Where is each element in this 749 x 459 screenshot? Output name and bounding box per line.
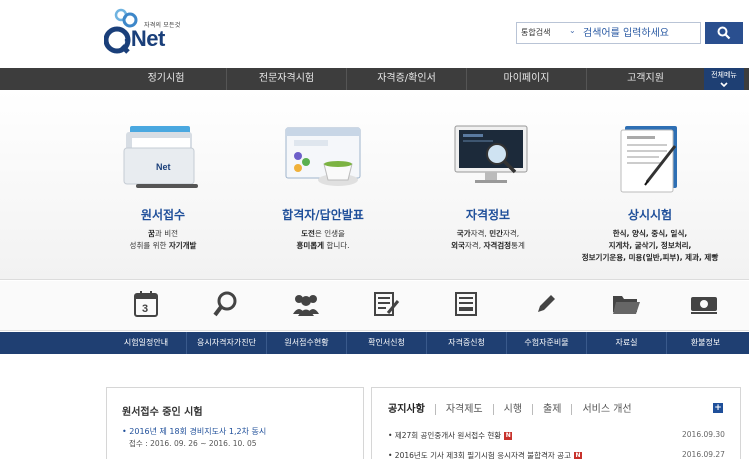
menu-confirmation-request[interactable]: 확인서신청 [346,332,426,354]
menu-exam-schedule[interactable]: 시험일정안내 [106,332,186,354]
nav-item-certificate[interactable]: 자격증/확인서 [346,68,466,90]
all-menu-button[interactable]: 전체메뉴 [704,68,744,92]
tab-system[interactable]: 자격제도 [434,403,493,415]
search-scope-select[interactable]: 통합검색 [521,27,550,38]
pencil-icon[interactable] [531,289,561,319]
menu-certificate-request[interactable]: 자격증신청 [426,332,506,354]
notice-date: 2016.09.30 [682,430,725,439]
feature-title: 합격자/답안발표 [282,208,364,222]
exam-item-link[interactable]: • 2016년 제 18회 경비지도사 1,2차 동시 [122,426,266,437]
nav-item-mypage[interactable]: 마이페이지 [466,68,586,90]
tab-questions[interactable]: 출제 [532,403,571,415]
users-icon[interactable] [291,289,321,319]
feature-qualification-info[interactable]: 자격정보 국가자격, 민간자격, 외국자격, 자격검정통계 [413,90,563,280]
feature-always-exam[interactable]: 상시시험 한식, 양식, 중식, 일식, 지게차, 굴삭기, 정보처리, 정보기… [575,90,725,280]
tab-service[interactable]: 서비스 개선 [571,403,641,415]
search-icon[interactable] [211,289,241,319]
hero-features: Net 원서접수 꿈과 비전 성취를 위한 자기개발 합격자/답안발표 도전은 … [0,90,749,280]
notice-date: 2016.09.27 [682,450,725,459]
all-menu-label: 전체메뉴 [711,71,737,79]
more-button[interactable]: + [713,403,723,413]
browser-icon [285,127,361,186]
search-input[interactable] [583,26,695,40]
quick-icons-row: 3 [0,281,749,331]
nav-item-professional-exam[interactable]: 전문자격시험 [226,68,346,90]
search-box: 통합검색 ⌄ [516,22,701,44]
search-button[interactable] [705,22,743,44]
certificate-icon[interactable] [451,289,481,319]
feature-title: 상시시험 [627,208,673,222]
folder-icon: Net [123,126,198,188]
notice-item[interactable]: • 제27회 공인중개사 원서접수 현황 N [388,430,513,441]
chevron-down-icon [720,82,728,88]
notice-item[interactable]: • 2016년도 기사 제3회 필기시험 응시자격 불합격자 공고 N [388,450,582,459]
new-badge: N [573,452,582,459]
feature-title: 자격정보 [465,208,511,222]
feature-desc: 도전은 인생을 흥미롭게 합니다. [296,229,350,250]
exam-in-progress-panel: 원서접수 중인 시험 • 2016년 제 18회 경비지도사 1,2차 동시 접… [106,387,364,459]
search-icon [717,26,731,40]
tab-notices[interactable]: 공지사항 [388,404,435,415]
calendar-icon[interactable]: 3 [131,289,161,319]
feature-desc: 한식, 양식, 중식, 일식, 지게차, 굴삭기, 정보처리, 정보기기운용, … [581,229,719,262]
logo-text: -Net [124,26,165,51]
feature-desc: 국가자격, 민간자격, 외국자격, 자격검정통계 [451,229,525,250]
quick-menu-bar: 시험일정안내 응시자격자가진단 원서접수현황 확인서신청 자격증신청 수험자준비… [0,332,749,354]
tab-enforcement[interactable]: 시행 [492,403,532,415]
exam-period: 접수 : 2016. 09. 26 ~ 2016. 10. 05 [129,439,257,448]
notice-tabs: 공지사항 자격제도 시행 출제 서비스 개선 [388,402,642,416]
menu-application-status[interactable]: 원서접수현황 [266,332,346,354]
feature-results[interactable]: 합격자/답안발표 도전은 인생을 흥미롭게 합니다. [248,90,398,280]
feature-application[interactable]: Net 원서접수 꿈과 비전 성취를 위한 자기개발 [88,90,238,280]
notice-text: • 2016년도 기사 제3회 필기시험 응시자격 불합격자 공고 [388,451,571,459]
folder-icon[interactable] [611,289,641,319]
document-icon[interactable] [371,289,401,319]
menu-exam-supplies[interactable]: 수험자준비물 [506,332,586,354]
top-nav: 정기시험 전문자격시험 자격증/확인서 마이페이지 고객지원 [0,68,749,90]
nav-item-regular-exam[interactable]: 정기시험 [106,68,226,90]
menu-eligibility-check[interactable]: 응시자격자가진단 [186,332,266,354]
monitor-icon [454,125,528,183]
qnet-home: 자격의 모든것 -Net 통합검색 ⌄ 정기시험 전문자격시험 자격증/확인서 … [0,0,749,459]
panel-title: 원서접수 중인 시험 [122,407,203,418]
new-badge: N [504,432,513,440]
svg-text:Net: Net [156,162,171,172]
money-icon[interactable] [689,289,719,319]
header: 자격의 모든것 -Net 통합검색 ⌄ [0,0,749,68]
menu-refund-info[interactable]: 환불정보 [666,332,744,354]
certificate-document-icon [620,126,677,193]
menu-resources[interactable]: 자료실 [586,332,666,354]
feature-desc: 꿈과 비전 성취를 위한 자기개발 [129,229,197,250]
calendar-day: 3 [142,303,148,315]
nav-item-support[interactable]: 고객지원 [586,68,704,90]
chevron-down-icon[interactable]: ⌄ [569,26,576,35]
notice-panel: 공지사항 자격제도 시행 출제 서비스 개선 + • 제27회 공인중개사 원서… [371,387,741,459]
feature-title: 원서접수 [140,208,186,222]
notice-text: • 제27회 공인중개사 원서접수 현황 [388,431,502,440]
